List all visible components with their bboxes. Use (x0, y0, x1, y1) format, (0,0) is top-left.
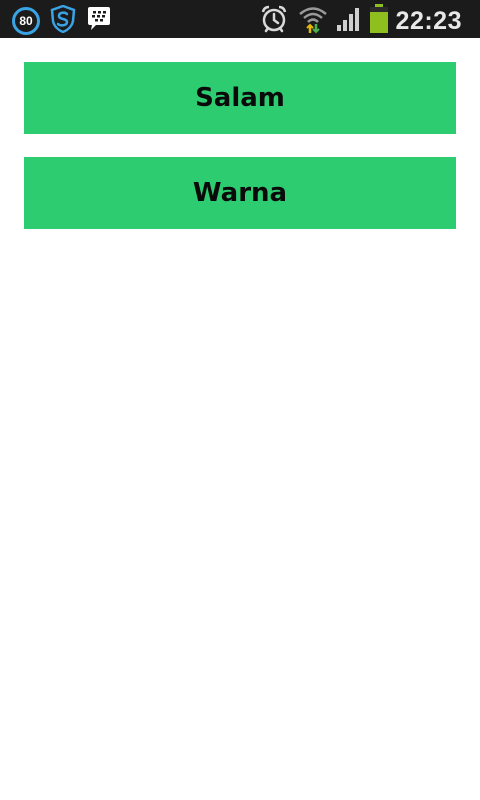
eighty-badge-icon: 80 (12, 7, 40, 35)
signal-icon (336, 6, 362, 36)
badge-count: 80 (19, 14, 33, 28)
notification-icons: 80 (12, 4, 112, 37)
warna-button[interactable]: Warna (24, 157, 456, 229)
menu-container: Salam Warna (24, 62, 456, 229)
salam-button[interactable]: Salam (24, 62, 456, 134)
alarm-icon (260, 4, 288, 38)
status-bar: 80 22:23 (0, 0, 480, 38)
shield-s-icon (50, 4, 76, 37)
system-indicators: 22:23 (260, 4, 462, 38)
wifi-icon (298, 4, 328, 38)
bbm-chat-icon (86, 6, 112, 36)
clock-time: 22:23 (395, 6, 462, 35)
battery-icon (369, 4, 388, 38)
